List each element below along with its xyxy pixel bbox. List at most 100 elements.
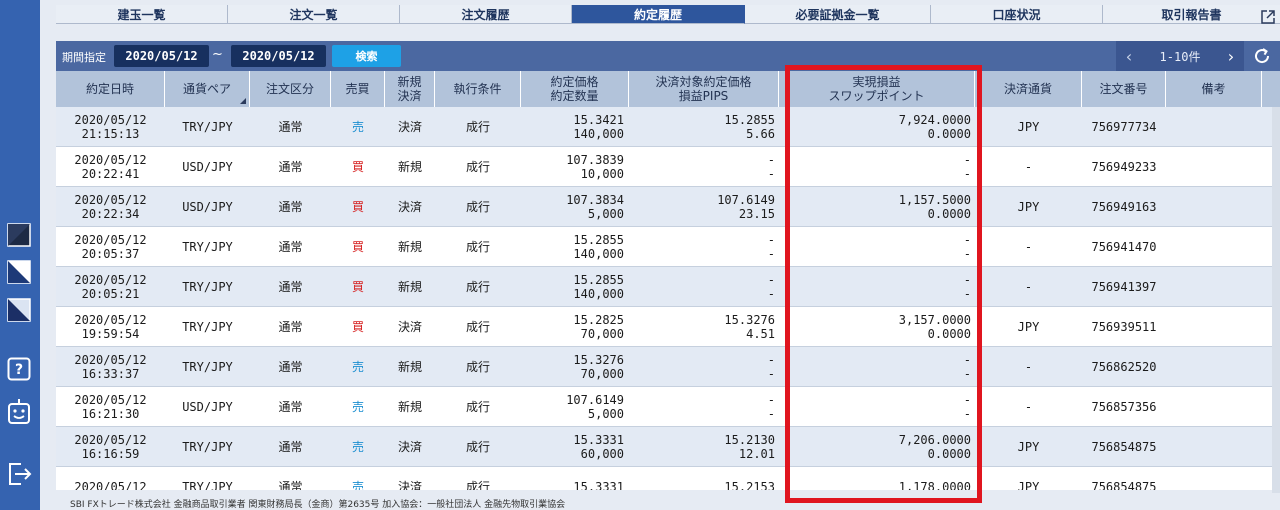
refresh-icon[interactable] <box>1244 41 1280 71</box>
tab-order-history[interactable]: 注文履歴 <box>400 5 572 24</box>
cell-ns: 新規 <box>385 147 435 187</box>
vertical-scrollbar[interactable] <box>1272 107 1280 493</box>
theme-split-icon[interactable] <box>7 260 31 284</box>
tab-positions[interactable]: 建玉一覧 <box>56 5 228 24</box>
theme-dark-icon[interactable] <box>7 223 31 247</box>
cell-sprice: 15.2855 <box>724 113 775 127</box>
cell-rem <box>1166 467 1262 490</box>
cell-side: 買 <box>331 147 385 187</box>
page-range: 1-10件 <box>1159 49 1201 64</box>
table-row[interactable]: 2020/05/12 16:16:59 TRY/JPY 通常 売 決済 成行 15.3331 6… <box>56 427 1280 467</box>
date-to-input[interactable]: 2020/05/12 <box>231 45 326 67</box>
table-row[interactable]: 2020/05/12 20:22:34 USD/JPY 通常 買 決済 成行 107.3834… <box>56 187 1280 227</box>
col-exec-datetime[interactable]: 約定日時 <box>56 71 165 107</box>
table-row[interactable]: 2020/05/12 21:15:13 TRY/JPY 通常売決済 成行 15.3421 1… <box>56 107 1280 147</box>
cell-pips: 5.66 <box>746 127 775 141</box>
cell-side: 買 <box>331 187 385 227</box>
cell-no: 756939511 <box>1082 307 1166 347</box>
cell-ns: 決済 <box>397 120 422 134</box>
cell-cur: - <box>975 267 1082 307</box>
table-row[interactable]: 2020/05/12 TRY/JPY 通常 売 決済 成行 15.3331 15.2153 1,… <box>56 467 1280 490</box>
cell-side: 買 <box>351 160 364 174</box>
cell-ns: 決済 <box>385 427 435 467</box>
execution-history-table: 約定日時 通貨ペア 注文区分 売買 新規 決済 執行条件 約定価格 約定数量 決済対… <box>56 71 1280 490</box>
cell-pair: USD/JPY <box>165 387 250 427</box>
cell-pair: TRY/JPY <box>182 280 233 294</box>
footer-disclaimer: SBI FXトレード株式会社 金融商品取引業者 関東財務局長（金商）第2635号… <box>70 500 566 510</box>
cell-pips: - <box>767 367 775 381</box>
tab-margin-list[interactable]: 必要証拠金一覧 <box>745 5 931 24</box>
cell-pnl: -- <box>779 347 971 387</box>
table-row[interactable]: 2020/05/12 16:21:30 USD/JPY 通常 売 新規 成行 107.6149… <box>56 387 1280 427</box>
cell-pair: TRY/JPY <box>165 267 250 307</box>
cell-type: 通常 <box>250 307 331 347</box>
chevron-right-icon[interactable]: › <box>1218 41 1244 71</box>
tab-trade-reports[interactable]: 取引報告書 <box>1103 5 1280 24</box>
cell-pnl: 1,157.5000 0.0000 <box>779 187 971 227</box>
cell-ns: 新規 <box>385 347 435 387</box>
cell-ns: 決済 <box>385 307 435 347</box>
table-row[interactable]: 2020/05/12 20:22:41 USD/JPY 通常 買 新規 成行 107.3839… <box>56 147 1280 187</box>
cell-side: 売 <box>351 360 364 374</box>
cell-dt: 2020/05/12 20:05:21 <box>56 267 165 307</box>
cell-date: 2020/05/12 <box>74 433 147 447</box>
cell-cur: JPY <box>1017 200 1040 214</box>
col-side[interactable]: 売買 <box>331 71 385 107</box>
cell-pnl: 3,157.0000 0.0000 <box>779 307 971 347</box>
cell-side: 買 <box>351 200 364 214</box>
cell-price: 15.2855 140,000 <box>521 227 624 267</box>
search-button[interactable]: 検索 <box>332 45 401 67</box>
cell-pnl: - <box>963 273 971 287</box>
cell-date: 2020/05/12 <box>74 313 147 327</box>
col-exec-condition[interactable]: 執行条件 <box>435 71 521 107</box>
robot-icon[interactable] <box>7 399 31 424</box>
col-order-number[interactable]: 注文番号 <box>1082 71 1166 107</box>
cell-cond: 成行 <box>435 187 521 227</box>
cell-pair: TRY/JPY <box>165 467 250 490</box>
cell-ns: 決済 <box>397 440 422 454</box>
pager: ‹ 1-10件 › <box>1116 41 1280 71</box>
col-currency-pair[interactable]: 通貨ペア <box>165 71 250 107</box>
cell-side: 売 <box>351 120 364 134</box>
cell-ns: 新規 <box>385 387 435 427</box>
col-remarks[interactable]: 備考 <box>1166 71 1262 107</box>
cell-price: 15.3276 70,000 <box>521 347 624 387</box>
col-order-type[interactable]: 注文区分 <box>250 71 331 107</box>
chevron-left-icon[interactable]: ‹ <box>1116 41 1142 71</box>
cell-sprice: 15.2130 <box>724 433 775 447</box>
logout-icon[interactable] <box>7 461 32 485</box>
col-settle-currency[interactable]: 決済通貨 <box>975 71 1082 107</box>
tab-execution-history[interactable]: 約定履歴 <box>572 5 745 24</box>
cell-time: 20:22:41 <box>81 167 140 181</box>
cell-sprice: - <box>767 153 775 167</box>
help-icon[interactable]: ? <box>7 357 31 381</box>
cell-date: 2020/05/12 <box>74 353 147 367</box>
date-from-input[interactable]: 2020/05/12 <box>114 45 209 67</box>
cell-settle: -- <box>629 227 775 267</box>
cell-cur: JPY <box>975 427 1082 467</box>
cell-cond: 成行 <box>435 347 521 387</box>
table-row[interactable]: 2020/05/12 20:05:37 TRY/JPY 通常 買 新規 成行 15.2855 1… <box>56 227 1280 267</box>
col-realized-pnl[interactable]: 実現損益 スワップポイント <box>779 71 975 107</box>
cell-pair: TRY/JPY <box>182 360 233 374</box>
cell-sprice: 107.6149 <box>717 193 775 207</box>
table-row[interactable]: 2020/05/12 19:59:54 TRY/JPY 通常買決済 成行 15.2825 7… <box>56 307 1280 347</box>
col-exec-price[interactable]: 約定価格 約定数量 <box>521 71 629 107</box>
table-row[interactable]: 2020/05/12 16:33:37 TRY/JPY 通常売新規 成行 15.3276 7… <box>56 347 1280 387</box>
table-row[interactable]: 2020/05/12 20:05:21 TRY/JPY 通常 買 新規 成行 15.2855 1… <box>56 267 1280 307</box>
tab-account-status[interactable]: 口座状況 <box>931 5 1103 24</box>
col-new-settle[interactable]: 新規 決済 <box>385 71 435 107</box>
cell-dt: 2020/05/12 <box>56 467 165 490</box>
external-link-icon[interactable] <box>1260 9 1276 25</box>
tab-orders[interactable]: 注文一覧 <box>228 5 400 24</box>
cell-ns: 決済 <box>385 107 435 147</box>
cell-pair: USD/JPY <box>165 187 250 227</box>
cell-pair: TRY/JPY <box>165 227 250 267</box>
col-settle-price[interactable]: 決済対象約定価格 損益PIPS <box>629 71 779 107</box>
cell-time: 19:59:54 <box>81 327 140 341</box>
theme-diagonal-icon[interactable] <box>7 298 31 322</box>
cell-cond: 成行 <box>465 240 490 254</box>
cell-price: 107.3839 10,000 <box>521 147 624 187</box>
cell-type: 通常 <box>278 360 303 374</box>
cell-side: 買 <box>331 307 385 347</box>
